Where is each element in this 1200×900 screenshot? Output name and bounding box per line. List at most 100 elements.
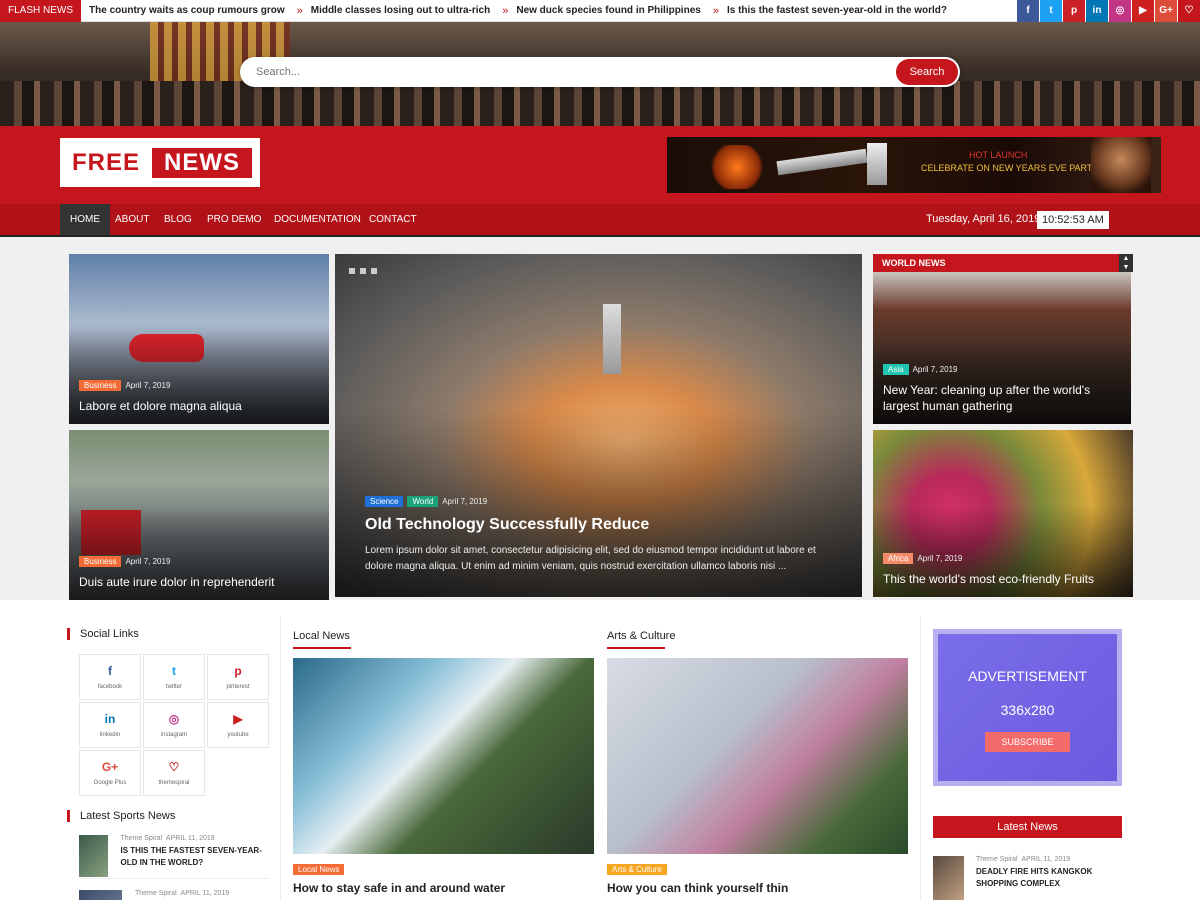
latest-thumb — [933, 856, 964, 900]
subscribe-button[interactable]: SUBSCRIBE — [985, 732, 1070, 752]
ad-glass-image — [867, 143, 887, 185]
header-ad-banner[interactable]: HOT LAUNCH CELEBRATE ON NEW YEARS EVE PA… — [667, 137, 1161, 193]
ticker-separator-icon: » — [502, 4, 509, 17]
google-plus-icon[interactable]: G+ — [1155, 0, 1177, 22]
sports-thumb — [79, 890, 122, 900]
ad-model-image — [1091, 137, 1151, 193]
featured-main-slide[interactable]: Science World April 7, 2019 Old Technology… — [335, 254, 862, 597]
post-title[interactable]: Labore et dolore magna aliqua — [79, 398, 319, 414]
category-tag[interactable]: World — [407, 496, 439, 507]
ticker-item[interactable]: The country waits as coup rumours grow — [89, 5, 285, 16]
sports-thumb — [79, 835, 108, 877]
category-tag[interactable]: Local News — [293, 864, 345, 875]
social-link-pinterest[interactable]: p pinterest — [207, 654, 269, 700]
post-title[interactable]: Duis aute irure dolor in reprehenderit — [79, 574, 319, 590]
nav-documentation[interactable]: DOCUMENTATION — [264, 204, 371, 235]
facebook-icon[interactable]: f — [1017, 0, 1039, 22]
social-link-themespiral[interactable]: ♡ themespiral — [143, 750, 205, 796]
category-tag[interactable]: Business — [79, 380, 122, 391]
instagram-icon[interactable]: ◎ — [1109, 0, 1131, 22]
nav-about[interactable]: ABOUT — [105, 204, 159, 235]
world-news-card[interactable]: Africa April 7, 2019 This the world's mos… — [873, 430, 1133, 597]
nav-pro-demo[interactable]: PRO DEMO — [197, 204, 271, 235]
social-link-google-plus[interactable]: G+ Google Plus — [79, 750, 141, 796]
youtube-icon[interactable]: ▶ — [1132, 0, 1154, 22]
search-button[interactable]: Search — [896, 59, 958, 85]
post-title[interactable]: How to stay safe in and around water — [293, 881, 505, 895]
chevron-updown-icon[interactable]: ▲ ▼ — [1119, 254, 1133, 272]
social-link-label: instagram — [160, 732, 188, 738]
social-link-facebook[interactable]: f facebook — [79, 654, 141, 700]
social-link-linkedin[interactable]: in linkedin — [79, 702, 141, 748]
site-logo[interactable]: FREE NEWS — [60, 138, 260, 187]
post-date: APRIL 11, 2019 — [1021, 856, 1071, 863]
waterfall-image[interactable] — [293, 658, 594, 854]
post-title[interactable]: Deadly fire hits Kangkok shopping comple… — [976, 866, 1122, 890]
post-title[interactable]: Old Technology Successfully Reduce — [365, 517, 832, 533]
post-date: April 7, 2019 — [912, 365, 958, 374]
rocket-shape — [603, 304, 621, 374]
world-news-header: WORLD NEWS ▲ ▼ — [873, 254, 1133, 272]
author[interactable]: Theme Spiral — [976, 856, 1018, 863]
current-date: Tuesday, April 16, 2019 — [926, 213, 1041, 225]
author[interactable]: Theme Spiral — [135, 890, 177, 897]
ticker-item[interactable]: Middle classes losing out to ultra-rich — [311, 5, 490, 16]
category-tag[interactable]: Science — [365, 496, 404, 507]
search-input[interactable] — [256, 66, 896, 78]
category-tag[interactable]: Business — [79, 556, 122, 567]
social-link-twitter[interactable]: t twitter — [143, 654, 205, 700]
slider-dot[interactable] — [349, 268, 355, 274]
current-time: 10:52:53 AM — [1037, 211, 1109, 229]
sports-item[interactable]: Theme Spiral APRIL 11, 2019 Is this the … — [79, 835, 269, 879]
category-tag[interactable]: Arts & Culture — [607, 864, 667, 875]
heart-icon[interactable]: ♡ — [1178, 0, 1200, 22]
nav-contact[interactable]: CONTACT — [359, 204, 427, 235]
social-link-youtube[interactable]: ▶ youtube — [207, 702, 269, 748]
logo-word-free: FREE — [72, 148, 141, 176]
post-date: APRIL 11, 2019 — [166, 835, 215, 842]
sports-item[interactable]: Theme Spiral APRIL 11, 2019 — [79, 890, 269, 900]
top-social-icons: f t p in ◎ ▶ G+ ♡ — [1016, 0, 1200, 22]
pinterest-icon[interactable]: p — [1063, 0, 1085, 22]
slider-dot[interactable] — [371, 268, 377, 274]
social-link-instagram[interactable]: ◎ instagram — [143, 702, 205, 748]
themespiral-icon: ♡ — [168, 760, 180, 774]
sidebar-ad[interactable]: ADVERTISEMENT 336x280 SUBSCRIBE — [933, 629, 1122, 786]
instagram-icon: ◎ — [168, 712, 180, 726]
linkedin-icon[interactable]: in — [1086, 0, 1108, 22]
post-title[interactable]: This the world's most eco-friendly Fruit… — [883, 571, 1123, 587]
top-bar: FLASH NEWS The country waits as coup rum… — [0, 0, 1200, 22]
latest-news-item[interactable]: Theme Spiral APRIL 11, 2019 Deadly fire … — [933, 856, 1122, 900]
post-title[interactable]: New Year: cleaning up after the world's … — [883, 382, 1121, 414]
social-link-label: youtube — [227, 732, 249, 738]
post-title[interactable]: Is this the fastest seven-year-old in th… — [121, 845, 270, 869]
ticker-item[interactable]: Is this the fastest seven-year-old in th… — [727, 5, 947, 16]
hero-crowd-image — [0, 81, 1200, 126]
post-date: APRIL 11, 2019 — [180, 890, 230, 897]
logo-word-news: NEWS — [152, 147, 253, 178]
left-sidebar: Social Links f facebook t twitter p pinterest… — [67, 600, 269, 900]
middle-column: Local News Local News How to stay safe i… — [280, 616, 921, 900]
featured-caption: Business April 7, 2019 Duis aute irure do… — [79, 551, 319, 590]
author[interactable]: Theme Spiral — [121, 835, 163, 842]
slider-dot[interactable] — [360, 268, 366, 274]
category-tag[interactable]: Asia — [883, 364, 909, 375]
nav-blog[interactable]: BLOG — [154, 204, 202, 235]
category-tag[interactable]: Africa — [883, 553, 914, 564]
world-news-card[interactable]: Asia April 7, 2019 New Year: cleaning up … — [873, 272, 1131, 424]
ticker-item[interactable]: New duck species found in Philippines — [516, 5, 700, 16]
main-nav: HOME ABOUT BLOG PRO DEMO DOCUMENTATION C… — [0, 204, 1200, 237]
henna-hands-image[interactable] — [607, 658, 908, 854]
nav-home[interactable]: HOME — [60, 204, 110, 235]
post-date: April 7, 2019 — [125, 381, 171, 390]
world-news-caption: Asia April 7, 2019 New Year: cleaning up … — [883, 359, 1121, 414]
twitter-icon: t — [172, 664, 176, 678]
featured-card[interactable]: Business April 7, 2019 Duis aute irure do… — [69, 430, 329, 600]
featured-card[interactable]: Business April 7, 2019 Labore et dolore m… — [69, 254, 329, 424]
twitter-icon[interactable]: t — [1040, 0, 1062, 22]
slider-dots[interactable] — [349, 268, 382, 274]
world-news-caption: Africa April 7, 2019 This the world's mos… — [883, 548, 1123, 587]
social-link-label: themespiral — [158, 780, 190, 786]
post-title[interactable]: How you can think yourself thin — [607, 881, 788, 895]
ticker-separator-icon: » — [296, 4, 303, 17]
